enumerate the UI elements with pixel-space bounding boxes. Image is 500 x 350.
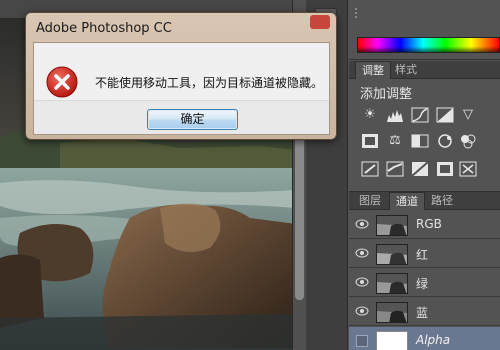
add-adjustment-title: 添加调整 bbox=[360, 87, 413, 102]
dialog-body: 不能使用移动工具，因为目标通道被隐藏。 确定 bbox=[33, 42, 330, 135]
channel-name: 红 bbox=[416, 248, 429, 262]
channel-name: Alpha bbox=[416, 333, 451, 347]
adjustments-panel: 调整 样式 添加调整 ☀ ▽ ⚖ bbox=[349, 61, 500, 191]
color-spectrum-bar[interactable] bbox=[357, 37, 500, 53]
color-lookup-icon[interactable] bbox=[459, 133, 477, 149]
photo-filter-icon[interactable] bbox=[411, 133, 429, 149]
channel-row-rgb[interactable]: RGB bbox=[349, 211, 500, 239]
exposure-icon[interactable] bbox=[436, 107, 454, 123]
close-button[interactable] bbox=[310, 15, 330, 29]
channel-row-green[interactable]: 绿 bbox=[349, 269, 500, 297]
dialog-title: Adobe Photoshop CC bbox=[36, 21, 172, 36]
visibility-toggle-hidden[interactable] bbox=[356, 335, 368, 347]
error-icon bbox=[46, 66, 78, 98]
tab-styles[interactable]: 样式 bbox=[389, 61, 423, 79]
layers-channels-paths-tab-row: 图层 通道 路径 bbox=[349, 192, 500, 210]
error-dialog: Adobe Photoshop CC 不能使用移动工具，因为目标通道被隐藏。 确… bbox=[25, 12, 337, 140]
dialog-message: 不能使用移动工具，因为目标通道被隐藏。 bbox=[95, 76, 324, 90]
channel-row-alpha[interactable]: Alpha bbox=[349, 327, 500, 350]
channel-name: RGB bbox=[416, 217, 442, 231]
gradient-map-icon[interactable] bbox=[436, 161, 454, 177]
eye-visibility-icon[interactable] bbox=[355, 306, 369, 316]
tab-paths[interactable]: 路径 bbox=[425, 192, 459, 210]
channel-row-blue[interactable]: 蓝 bbox=[349, 298, 500, 326]
selective-color-icon[interactable] bbox=[459, 161, 477, 177]
channel-thumbnail bbox=[376, 215, 408, 236]
dialog-footer: 确定 bbox=[34, 100, 329, 134]
tab-adjustments[interactable]: 调整 bbox=[355, 61, 391, 79]
channel-thumbnail bbox=[376, 244, 408, 265]
tab-channels[interactable]: 通道 bbox=[389, 192, 425, 210]
curves-icon[interactable] bbox=[411, 107, 429, 123]
adjustments-tab-row: 调整 样式 bbox=[349, 61, 500, 79]
brightness-contrast-icon[interactable]: ☀ bbox=[361, 107, 379, 123]
levels-icon[interactable] bbox=[386, 107, 404, 123]
vibrance-icon[interactable]: ▽ bbox=[459, 107, 477, 123]
color-panel bbox=[349, 0, 500, 60]
color-balance-icon[interactable] bbox=[361, 133, 379, 149]
threshold-icon[interactable] bbox=[411, 161, 429, 177]
channel-thumbnail bbox=[376, 331, 408, 350]
channel-thumbnail bbox=[376, 302, 408, 323]
panel-grip-icon[interactable] bbox=[355, 8, 363, 18]
channel-mixer-icon[interactable] bbox=[436, 133, 454, 149]
channel-thumbnail bbox=[376, 273, 408, 294]
channel-name: 蓝 bbox=[416, 306, 429, 320]
ok-button[interactable]: 确定 bbox=[147, 109, 238, 130]
eye-visibility-icon[interactable] bbox=[355, 277, 369, 287]
channels-panel: 图层 通道 路径 RGB 红 绿 蓝 Alpha bbox=[349, 191, 500, 350]
posterize-icon[interactable] bbox=[386, 161, 404, 177]
channel-name: 绿 bbox=[416, 277, 429, 291]
tab-layers[interactable]: 图层 bbox=[353, 192, 387, 210]
channel-row-red[interactable]: 红 bbox=[349, 240, 500, 268]
eye-visibility-icon[interactable] bbox=[355, 219, 369, 229]
black-white-icon[interactable]: ⚖ bbox=[386, 133, 404, 149]
eye-visibility-icon[interactable] bbox=[355, 248, 369, 258]
invert-icon[interactable] bbox=[361, 161, 379, 177]
